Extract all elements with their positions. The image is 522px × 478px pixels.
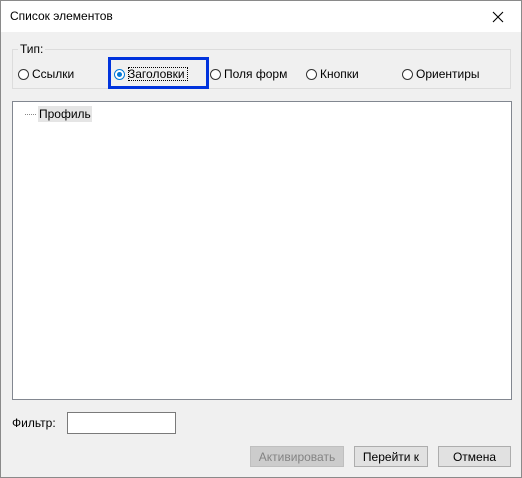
radio-landmarks-circle[interactable]: [402, 68, 413, 80]
radio-buttons-label: Кнопки: [320, 67, 359, 81]
close-icon: [492, 11, 504, 22]
tree-item[interactable]: Профиль: [25, 106, 92, 122]
radio-landmarks[interactable]: Ориентиры: [402, 65, 480, 83]
radio-links-circle[interactable]: [18, 68, 29, 80]
radio-links-label: Ссылки: [32, 67, 75, 81]
activate-button[interactable]: Активировать: [250, 446, 344, 467]
radio-links[interactable]: Ссылки: [18, 65, 74, 83]
radio-form-fields[interactable]: Поля форм: [210, 65, 287, 83]
tree-connector-line: [25, 113, 36, 115]
radio-buttons-circle[interactable]: [306, 68, 317, 80]
close-button[interactable]: [475, 1, 521, 32]
window-title: Список элементов: [10, 9, 113, 23]
goto-button[interactable]: Перейти к: [354, 446, 428, 467]
elements-list-dialog: Список элементов Тип: Ссылки Заголовки П…: [0, 0, 522, 478]
title-bar: Список элементов: [1, 1, 521, 32]
radio-form-fields-circle[interactable]: [210, 68, 221, 80]
radio-form-fields-label: Поля форм: [224, 67, 288, 81]
cancel-button[interactable]: Отмена: [438, 446, 511, 467]
radio-landmarks-label: Ориентиры: [416, 67, 480, 81]
tree-item-label: Профиль: [38, 106, 92, 122]
keyboard-focus-outline: [128, 67, 188, 81]
radio-buttons[interactable]: Кнопки: [306, 65, 359, 83]
type-group-legend: Тип:: [18, 42, 46, 56]
elements-tree[interactable]: Профиль: [12, 101, 512, 400]
filter-input[interactable]: [67, 412, 176, 434]
filter-label: Фильтр:: [12, 416, 56, 430]
